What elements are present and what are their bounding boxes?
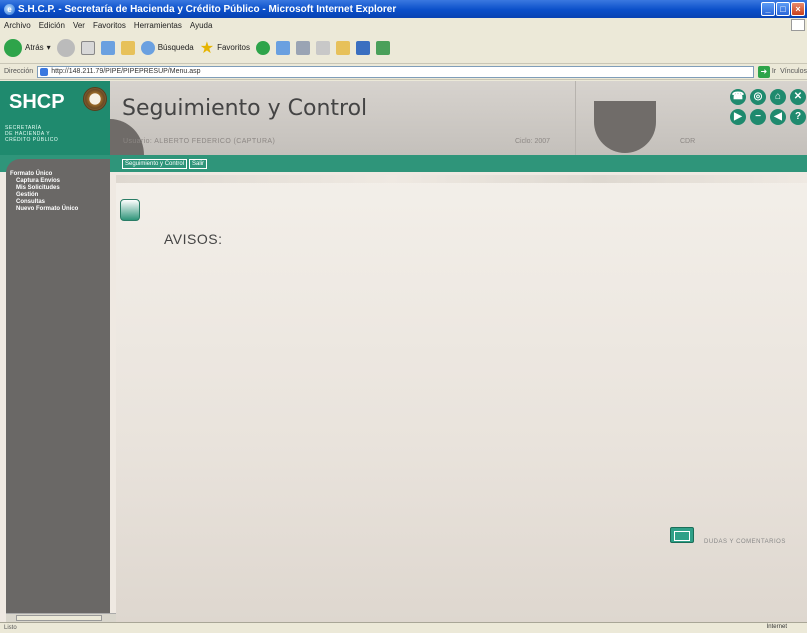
sidebar-item-captura[interactable]: Captura Envíos <box>10 178 106 185</box>
header-divider <box>575 81 576 155</box>
menu-ayuda[interactable]: Ayuda <box>190 21 213 30</box>
links-label[interactable]: Vínculos <box>780 68 807 75</box>
browser-window: e S.H.C.P. - Secretaría de Hacienda y Cr… <box>0 0 807 633</box>
print-button[interactable] <box>295 40 310 55</box>
menu-archivo[interactable]: Archivo <box>4 21 31 30</box>
phone-icon[interactable]: ☎ <box>730 89 746 105</box>
national-seal-icon <box>83 87 107 111</box>
cdr-label: CDR <box>680 138 696 145</box>
back-icon[interactable]: ◀ <box>770 109 786 125</box>
header-bowl-decoration <box>594 101 656 155</box>
site-header: SHCP SECRETARÍA DE HACIENDA Y CRÉDITO PÚ… <box>0 81 807 155</box>
header-decoration <box>110 119 144 155</box>
content-stripe <box>116 175 807 183</box>
department-name: SECRETARÍA DE HACIENDA Y CRÉDITO PÚBLICO <box>5 125 59 143</box>
star-icon: ★ <box>199 39 215 57</box>
status-text: Listo <box>4 625 17 631</box>
folder-button[interactable] <box>335 40 350 55</box>
sidebar-item-gestion[interactable]: Gestión <box>10 192 106 199</box>
edit-button[interactable] <box>315 40 330 55</box>
menu-bar: Archivo Edición Ver Favoritos Herramient… <box>0 18 807 32</box>
globe-icon[interactable]: ◎ <box>750 89 766 105</box>
nav-tabs: Seguimiento y Control Salir <box>122 159 208 169</box>
mail-button[interactable] <box>275 40 290 55</box>
forward-button[interactable] <box>56 38 75 57</box>
help-icon[interactable]: ? <box>790 109 806 125</box>
menu-ver[interactable]: Ver <box>73 21 85 30</box>
web-page: SHCP SECRETARÍA DE HACIENDA Y CRÉDITO PÚ… <box>0 81 807 622</box>
scrollbar-thumb[interactable] <box>16 615 102 621</box>
menu-edicion[interactable]: Edición <box>39 21 65 30</box>
stop-button[interactable] <box>80 40 95 55</box>
tab-salir[interactable]: Salir <box>189 159 208 169</box>
mail-icon[interactable] <box>670 527 694 543</box>
search-icon <box>140 40 155 55</box>
sidebar-item-nuevo-formato[interactable]: Nuevo Formato Único <box>10 206 106 213</box>
address-label: Dirección <box>4 68 34 75</box>
address-input[interactable]: http://148.211.79/PIPE/PIPEPRESUP/Menu.a… <box>37 65 754 78</box>
menu-favoritos[interactable]: Favoritos <box>93 21 126 30</box>
sidebar-item-consultas[interactable]: Consultas <box>10 199 106 206</box>
back-button[interactable]: Atrás ▾ <box>4 38 51 57</box>
search-button[interactable]: Búsqueda <box>140 40 194 55</box>
favorites-button[interactable]: ★ Favoritos <box>200 38 250 58</box>
sidebar-group-formato-unico[interactable]: Formato Único <box>10 171 106 177</box>
tab-seguimiento[interactable]: Seguimiento y Control <box>122 159 188 169</box>
app-title: Seguimiento y Control <box>122 96 368 121</box>
security-zone: Internet <box>766 624 787 630</box>
cycle-label: Ciclo: 2007 <box>515 138 551 145</box>
windows-flag-icon <box>791 19 805 31</box>
go-button[interactable]: ➜ Ir <box>757 65 776 78</box>
minus-icon[interactable]: − <box>750 109 766 125</box>
minimize-button[interactable]: _ <box>761 2 775 16</box>
address-bar: Dirección http://148.211.79/PIPE/PIPEPRE… <box>0 64 807 80</box>
status-bar: Listo Internet <box>0 622 807 633</box>
home-button[interactable] <box>120 40 135 55</box>
sidebar: Formato Único Captura Envíos Mis Solicit… <box>6 159 110 622</box>
dudas-link[interactable]: DUDAS Y COMENTARIOS <box>704 539 786 545</box>
back-arrow-icon <box>4 38 22 57</box>
maximize-button[interactable]: □ <box>776 2 790 16</box>
user-label: Usuario: ALBERTO FEDERICO (CAPTURA) <box>123 138 276 145</box>
home-icon[interactable]: ⌂ <box>770 89 786 105</box>
menu-herramientas[interactable]: Herramientas <box>134 21 182 30</box>
close-button[interactable]: × <box>791 2 805 16</box>
window-title: S.H.C.P. - Secretaría de Hacienda y Créd… <box>18 3 397 15</box>
close-icon[interactable]: ✕ <box>790 89 806 105</box>
forward-icon[interactable]: ▶ <box>730 109 746 125</box>
research-button[interactable] <box>375 40 390 55</box>
avisos-heading: AVISOS: <box>164 231 223 247</box>
page-icon <box>40 67 49 76</box>
messenger-button[interactable] <box>355 40 370 55</box>
header-icons: ☎ ◎ ⌂ ✕ ▶ − ◀ ? <box>730 89 807 125</box>
sidebar-scrollbar[interactable] <box>6 613 116 622</box>
document-icon[interactable] <box>120 199 140 221</box>
ie-logo-icon: e <box>4 3 15 15</box>
toolbar: Atrás ▾ Búsqueda ★ Favoritos <box>0 32 807 64</box>
refresh-button[interactable] <box>100 40 115 55</box>
title-bar: e S.H.C.P. - Secretaría de Hacienda y Cr… <box>0 0 807 18</box>
sidebar-item-solicitudes[interactable]: Mis Solicitudes <box>10 185 106 192</box>
go-arrow-icon: ➜ <box>757 65 770 78</box>
address-url: http://148.211.79/PIPE/PIPEPRESUP/Menu.a… <box>51 68 201 75</box>
main-content: AVISOS: DUDAS Y COMENTARIOS <box>116 175 807 622</box>
history-button[interactable] <box>255 40 270 55</box>
